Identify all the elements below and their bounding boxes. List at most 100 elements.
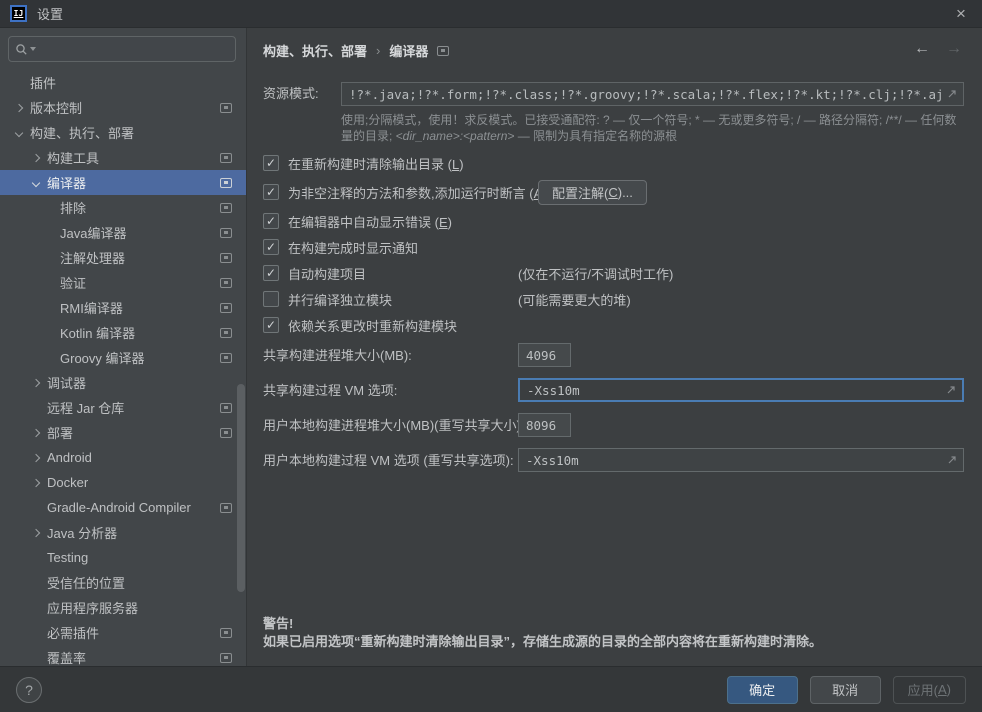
sidebar-item-java-profiler[interactable]: Java 分析器	[0, 520, 246, 545]
apply-button[interactable]: 应用(A)	[893, 676, 966, 704]
shared-heap-input[interactable]: 4096	[518, 343, 571, 367]
shared-heap-row: 共享构建进程堆大小(MB): 4096	[263, 338, 964, 373]
chevron-right-icon[interactable]	[31, 153, 41, 163]
chevron-right-icon[interactable]	[31, 453, 41, 463]
warning-body: 如果已启用选项“重新构建时清除输出目录”，存储生成源的目录的全部内容将在重新构建…	[263, 633, 822, 651]
sidebar-item-rmi-compiler[interactable]: RMI编译器	[0, 295, 246, 320]
no-chevron	[31, 503, 41, 513]
sidebar-item-build-execution-deployment[interactable]: 构建、执行、部署	[0, 120, 246, 145]
sidebar-item-debugger[interactable]: 调试器	[0, 370, 246, 395]
sidebar-item-coverage[interactable]: 覆盖率	[0, 645, 246, 666]
settings-card-icon	[220, 353, 232, 363]
no-chevron	[31, 628, 41, 638]
breadcrumb-separator: ›	[376, 43, 380, 58]
sidebar-item-plugins[interactable]: 插件	[0, 70, 246, 95]
no-chevron	[31, 403, 41, 413]
settings-card-icon	[220, 278, 232, 288]
sidebar-item-version-control[interactable]: 版本控制	[0, 95, 246, 120]
shared-vm-options-input[interactable]: -Xss10m	[518, 378, 964, 402]
sidebar-item-groovy-compiler[interactable]: Groovy 编译器	[0, 345, 246, 370]
resource-patterns-help: 使用;分隔模式，使用！求反模式。已接受通配符: ? — 仅一个符号; * — 无…	[341, 112, 965, 144]
chevron-right-icon[interactable]	[14, 103, 24, 113]
search-icon	[15, 43, 28, 56]
no-chevron	[44, 203, 54, 213]
sidebar-item-kotlin-compiler[interactable]: Kotlin 编译器	[0, 320, 246, 345]
settings-card-icon	[220, 203, 232, 213]
dialog-buttons: 确定 取消 应用(A)	[727, 676, 966, 704]
breadcrumb-build-execution-deployment[interactable]: 构建、执行、部署	[263, 41, 367, 60]
show-errors-label: 在编辑器中自动显示错误 (E)	[288, 212, 452, 231]
parallel-compile-checkbox[interactable]	[263, 291, 279, 307]
chevron-right-icon[interactable]	[31, 528, 41, 538]
intellij-logo-icon: IJ	[10, 5, 27, 22]
search-options-caret-icon[interactable]	[30, 47, 36, 51]
settings-card-icon	[220, 428, 232, 438]
sidebar-item-gradle-android-compiler[interactable]: Gradle-Android Compiler	[0, 495, 246, 520]
compiler-form: 资源模式: !?*.java;!?*.form;!?*.class;!?*.gr…	[263, 82, 964, 478]
close-icon[interactable]: ×	[950, 5, 972, 22]
sidebar-item-deployment[interactable]: 部署	[0, 420, 246, 445]
no-chevron	[31, 653, 41, 663]
back-arrow-icon[interactable]: ←	[914, 39, 930, 59]
sidebar-item-excludes[interactable]: 排除	[0, 195, 246, 220]
user-heap-input[interactable]: 8096	[518, 413, 571, 437]
show-errors-row: ✓ 在编辑器中自动显示错误 (E)	[263, 208, 964, 234]
auto-build-note: (仅在不运行/不调试时工作)	[518, 264, 673, 283]
cancel-button[interactable]: 取消	[810, 676, 881, 704]
chevron-right-icon[interactable]	[31, 378, 41, 388]
auto-build-checkbox[interactable]: ✓	[263, 265, 279, 281]
resource-patterns-input[interactable]: !?*.java;!?*.form;!?*.class;!?*.groovy;!…	[341, 82, 964, 106]
show-errors-checkbox[interactable]: ✓	[263, 213, 279, 229]
settings-search-box[interactable]	[8, 36, 236, 62]
sidebar-item-validation[interactable]: 验证	[0, 270, 246, 295]
sidebar-item-java-compiler[interactable]: Java编译器	[0, 220, 246, 245]
parallel-compile-label: 并行编译独立模块	[288, 290, 392, 309]
warning-title: 警告!	[263, 615, 822, 633]
settings-card-icon	[437, 46, 449, 56]
runtime-assertions-checkbox[interactable]: ✓	[263, 184, 279, 200]
no-chevron	[31, 553, 41, 563]
rebuild-on-dependency-checkbox[interactable]: ✓	[263, 317, 279, 333]
settings-card-icon	[220, 253, 232, 263]
help-icon[interactable]: ?	[16, 677, 42, 703]
sidebar-item-trusted-locations[interactable]: 受信任的位置	[0, 570, 246, 595]
clear-output-checkbox[interactable]: ✓	[263, 155, 279, 171]
sidebar-item-docker[interactable]: Docker	[0, 470, 246, 495]
sidebar-item-annotation-processors[interactable]: 注解处理器	[0, 245, 246, 270]
chevron-down-icon[interactable]	[14, 128, 24, 138]
sidebar-item-build-tools[interactable]: 构建工具	[0, 145, 246, 170]
build-notification-label: 在构建完成时显示通知	[288, 238, 418, 257]
sidebar-item-android[interactable]: Android	[0, 445, 246, 470]
rebuild-on-dependency-row: ✓ 依赖关系更改时重新构建模块	[263, 312, 964, 338]
breadcrumb-compiler[interactable]: 编译器	[389, 41, 428, 60]
user-heap-row: 用户本地构建进程堆大小(MB)(重写共享大小): 8096	[263, 408, 964, 443]
search-input[interactable]	[42, 41, 229, 58]
clear-output-row: ✓ 在重新构建时清除输出目录 (L)	[263, 150, 964, 176]
auto-build-label: 自动构建项目	[288, 264, 366, 283]
sidebar-scrollbar[interactable]	[237, 384, 245, 592]
settings-card-icon	[220, 228, 232, 238]
ok-button[interactable]: 确定	[727, 676, 798, 704]
settings-card-icon	[220, 403, 232, 413]
sidebar-item-application-servers[interactable]: 应用程序服务器	[0, 595, 246, 620]
settings-content: 构建、执行、部署 › 编译器 ← → 资源模式: !?*.java;!?*.fo…	[248, 28, 982, 666]
dialog-footer: ? 确定 取消 应用(A)	[0, 666, 982, 712]
settings-card-icon	[220, 328, 232, 338]
settings-card-icon	[220, 178, 232, 188]
chevron-right-icon[interactable]	[31, 428, 41, 438]
chevron-down-icon[interactable]	[31, 178, 41, 188]
sidebar-item-remote-jar-repositories[interactable]: 远程 Jar 仓库	[0, 395, 246, 420]
expand-field-icon[interactable]	[947, 455, 957, 465]
build-notification-checkbox[interactable]: ✓	[263, 239, 279, 255]
user-vm-options-label: 用户本地构建过程 VM 选项 (重写共享选项):	[263, 453, 514, 468]
chevron-right-icon[interactable]	[31, 478, 41, 488]
user-vm-options-input[interactable]: -Xss10m	[518, 448, 964, 472]
sidebar-item-testing[interactable]: Testing	[0, 545, 246, 570]
sidebar-item-required-plugins[interactable]: 必需插件	[0, 620, 246, 645]
no-chevron	[44, 228, 54, 238]
sidebar-item-compiler[interactable]: 编译器	[0, 170, 246, 195]
configure-annotations-button[interactable]: 配置注解(C)...	[538, 180, 647, 205]
history-nav: ← →	[914, 39, 962, 59]
expand-field-icon[interactable]	[946, 385, 956, 395]
expand-field-icon[interactable]	[947, 89, 957, 99]
